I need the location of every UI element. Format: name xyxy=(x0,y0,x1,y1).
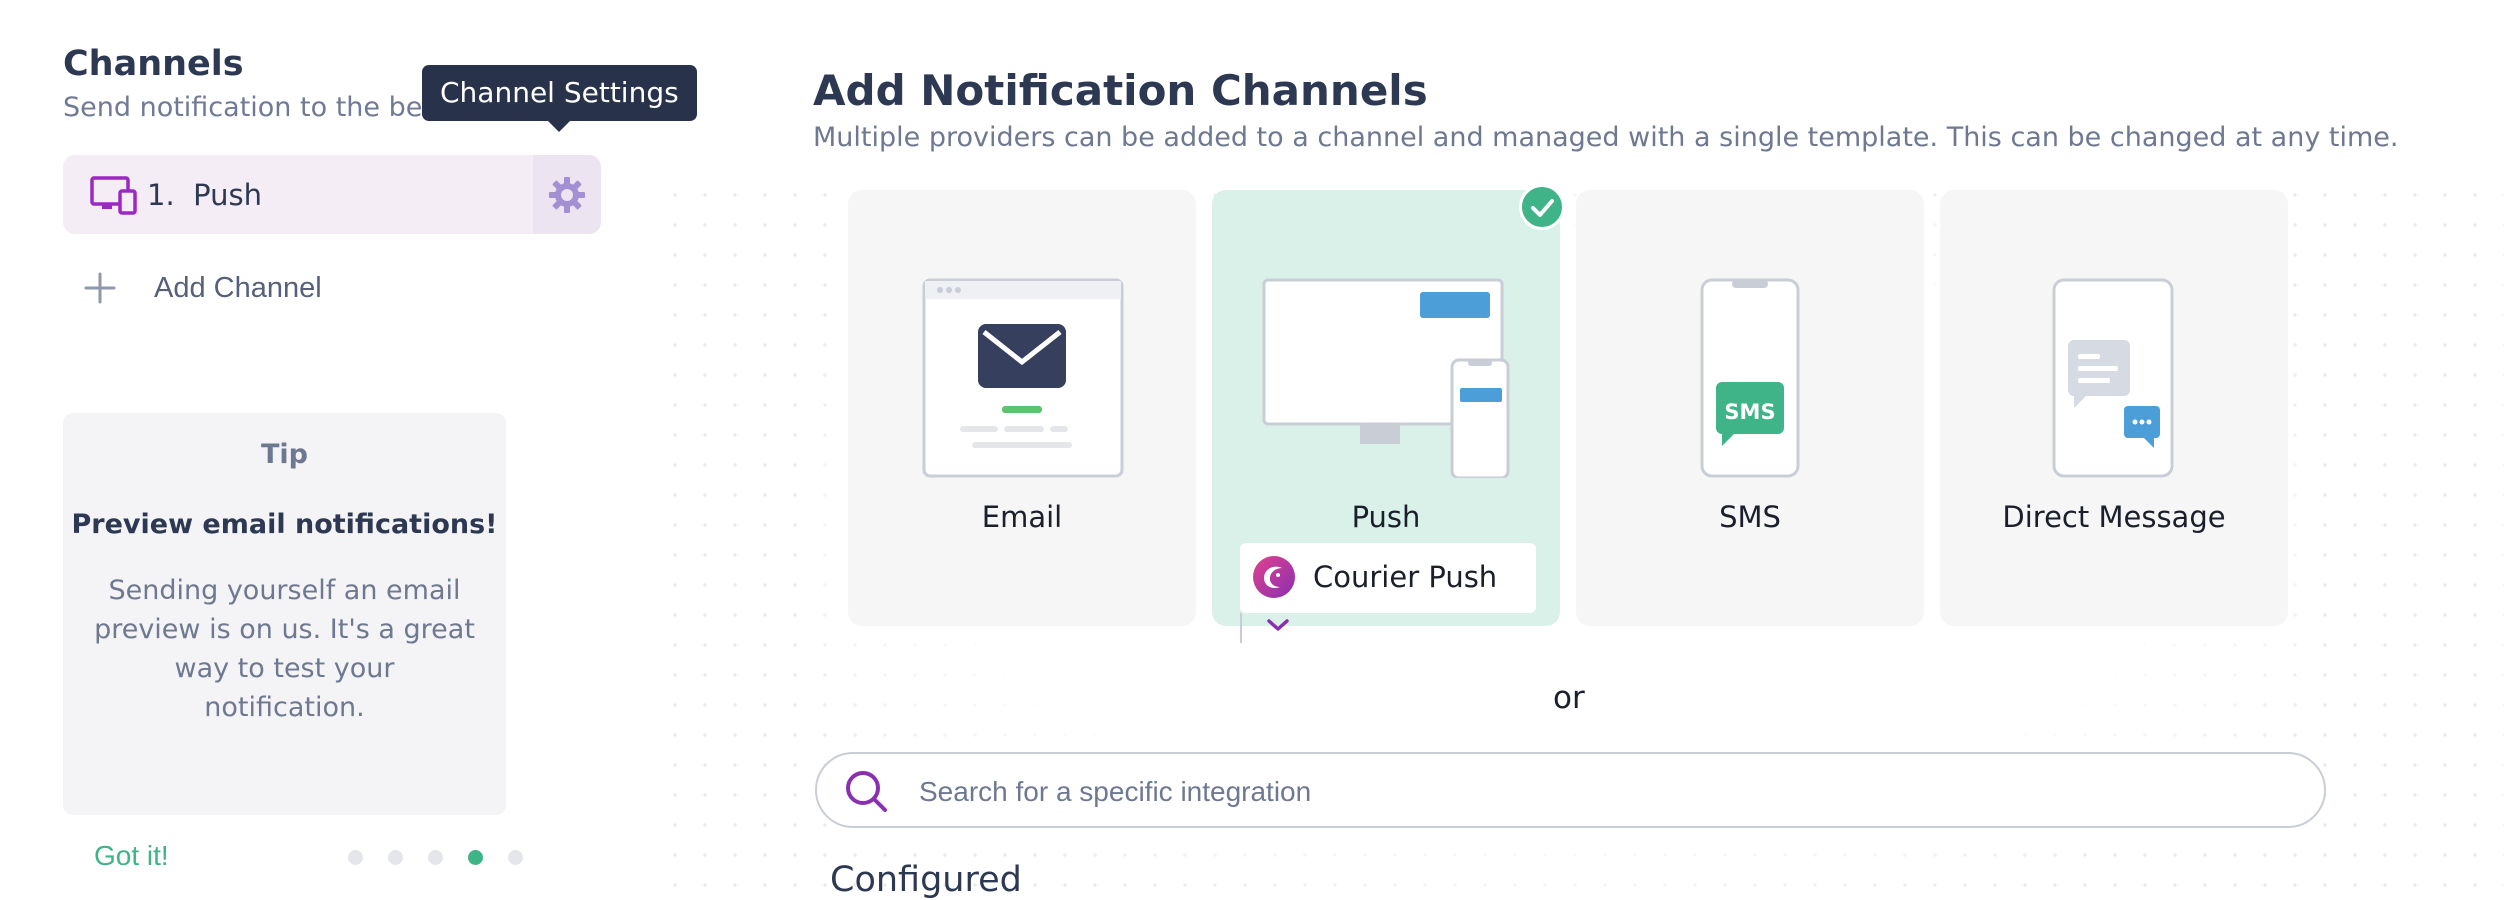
channel-item-label: 1. Push xyxy=(147,175,262,215)
search-input[interactable] xyxy=(917,768,2301,816)
chevron-down-icon[interactable] xyxy=(1265,616,1291,634)
page-subtitle: Multiple providers can be added to a cha… xyxy=(813,122,2399,153)
add-channel-label: Add Channel xyxy=(154,272,322,304)
tip-card: Tip Preview email notifications! Sending… xyxy=(63,413,506,815)
sms-illustration xyxy=(1700,278,1800,478)
courier-logo-icon xyxy=(1253,556,1295,598)
channel-card-label: Push xyxy=(1351,500,1421,534)
provider-name: Courier Push xyxy=(1313,560,1498,594)
email-illustration xyxy=(922,278,1124,478)
channel-settings-tooltip: Channel Settings xyxy=(422,65,697,132)
or-divider: or xyxy=(1553,680,1585,716)
provider-connector xyxy=(1240,613,1242,643)
channel-card-label: Direct Message xyxy=(2002,500,2226,534)
sms-badge: SMS xyxy=(1724,400,1776,424)
selected-check-icon xyxy=(1519,184,1565,230)
channel-settings-button[interactable] xyxy=(533,155,601,234)
tip-page-dot[interactable] xyxy=(348,850,363,865)
devices-icon xyxy=(90,176,137,215)
tip-title: Tip xyxy=(261,439,308,470)
push-illustration xyxy=(1262,278,1510,478)
channel-card-email[interactable]: Email xyxy=(848,190,1196,626)
tip-heading: Preview email notifications! xyxy=(71,509,498,540)
got-it-button[interactable]: Got it! xyxy=(94,840,169,872)
channel-card-direct-message[interactable]: Direct Message xyxy=(1940,190,2288,626)
add-channel-button[interactable]: Add Channel xyxy=(84,268,384,308)
channel-card-label: Email xyxy=(981,500,1063,534)
direct-message-illustration xyxy=(2052,278,2174,478)
channel-card-sms[interactable]: SMS SMS xyxy=(1576,190,1924,626)
channel-card-label: SMS xyxy=(1719,500,1781,534)
integration-search[interactable] xyxy=(815,752,2326,828)
tip-body: Sending yourself an email preview is on … xyxy=(94,575,475,723)
configured-heading: Configured xyxy=(830,860,1022,900)
provider-selector[interactable]: Courier Push xyxy=(1240,543,1536,613)
channels-title: Channels xyxy=(63,44,244,84)
channels-subtitle: Send notification to the best xyxy=(63,92,447,123)
gear-icon xyxy=(549,176,585,213)
tip-page-dot[interactable] xyxy=(508,850,523,865)
plus-icon xyxy=(84,272,116,304)
tip-page-dot-active[interactable] xyxy=(468,850,483,865)
tip-page-dot[interactable] xyxy=(388,850,403,865)
channel-name: Push xyxy=(193,178,262,212)
tip-page-dot[interactable] xyxy=(428,850,443,865)
channel-number: 1. xyxy=(147,178,175,212)
page-title: Add Notification Channels xyxy=(813,66,1428,115)
channel-item-push[interactable]: 1. Push xyxy=(63,155,601,234)
search-icon xyxy=(846,771,887,812)
